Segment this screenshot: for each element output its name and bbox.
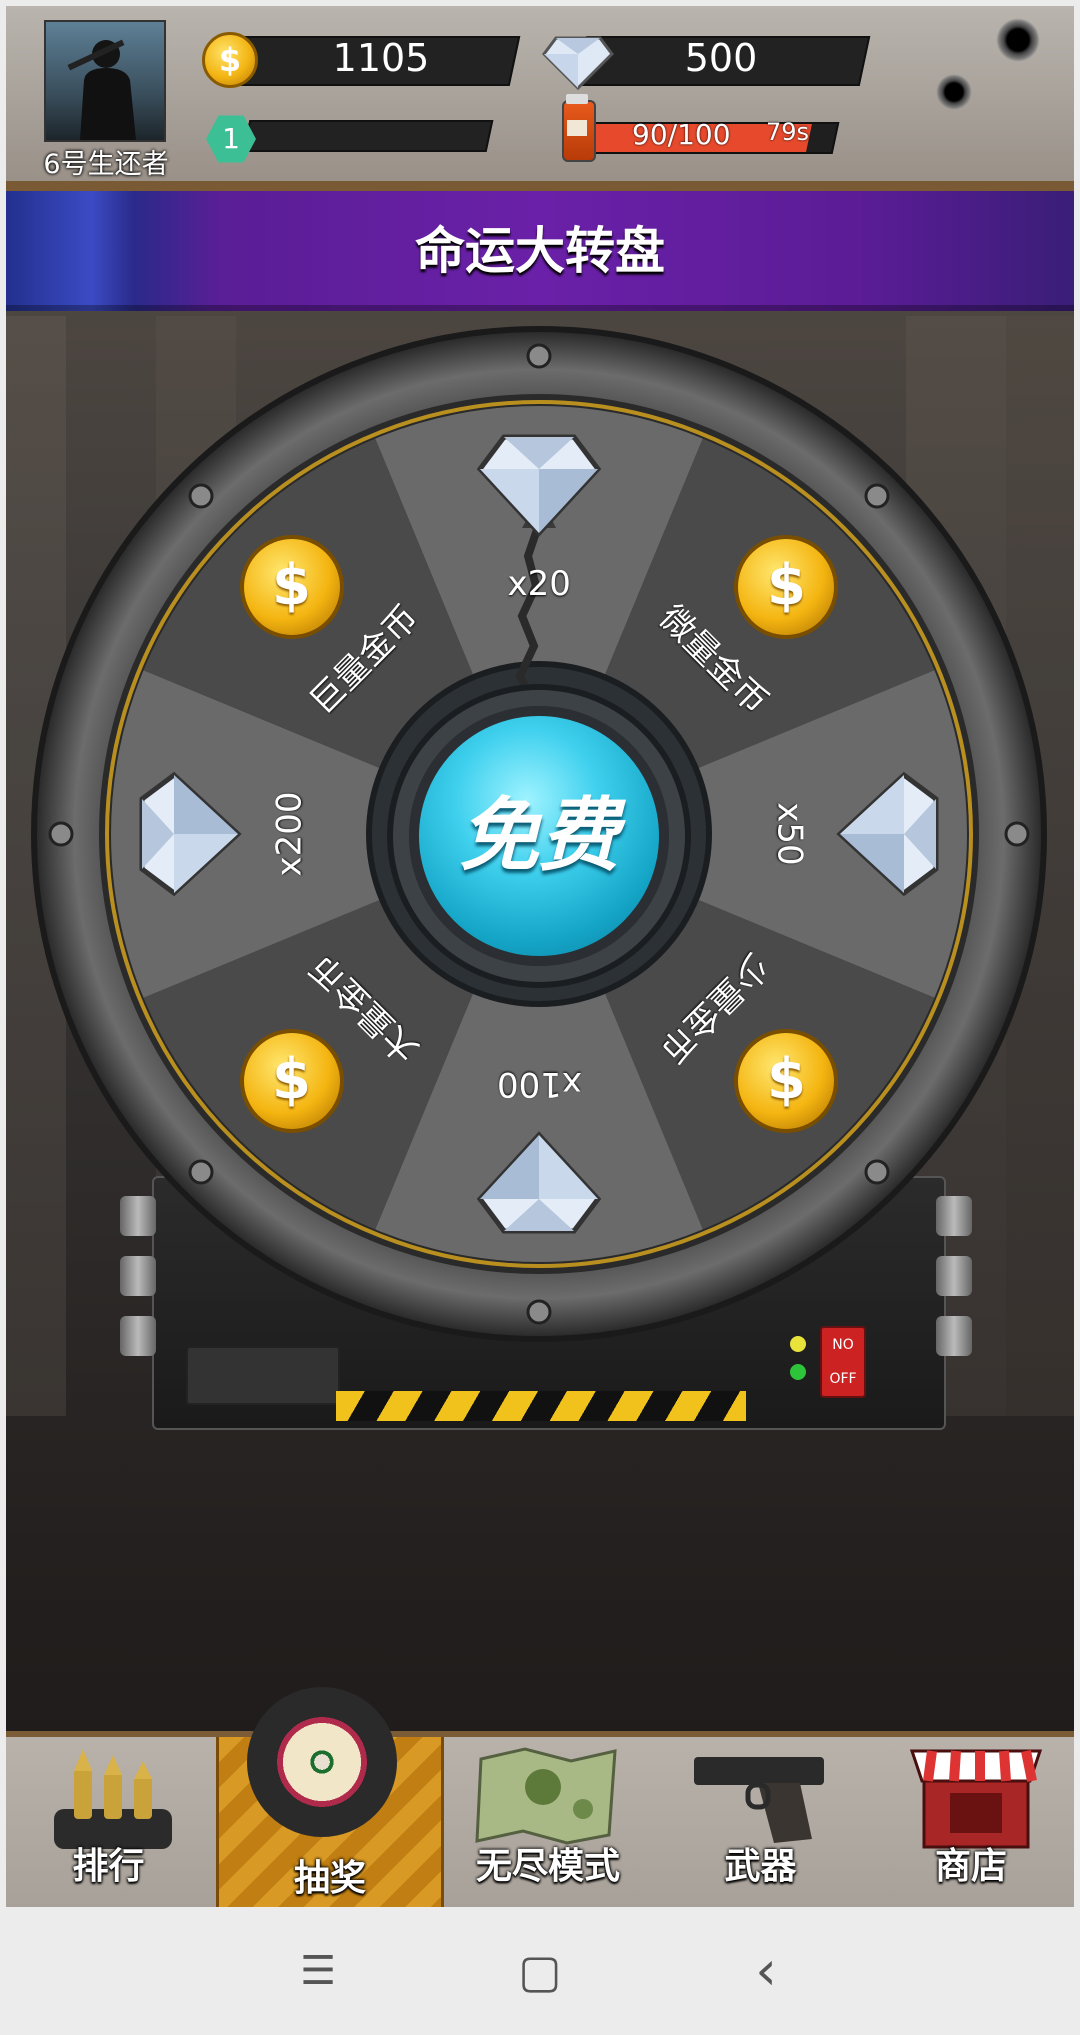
rim-bolt-icon bbox=[1004, 821, 1030, 847]
diamond-icon bbox=[476, 434, 602, 537]
back-icon[interactable]: ‹ bbox=[736, 1944, 796, 1998]
player-avatar[interactable] bbox=[44, 20, 166, 142]
nav-tab-shop[interactable]: 商店 bbox=[868, 1737, 1074, 1907]
coin-count: 1105 bbox=[332, 36, 430, 80]
nav-label-shop: 商店 bbox=[934, 1846, 1007, 1887]
energy-value: 90/100 bbox=[632, 118, 731, 151]
free-spin-label: 免费 bbox=[459, 789, 619, 882]
rim-bolt-icon bbox=[864, 483, 890, 509]
diamond-count: 500 bbox=[684, 36, 758, 80]
nav-label-weapons: 武器 bbox=[724, 1846, 797, 1887]
player-name: 6号生还者 bbox=[43, 149, 169, 180]
rim-bolt-icon bbox=[864, 1159, 890, 1185]
wheel-segment-label: x20 bbox=[507, 564, 571, 604]
coin-icon: $ bbox=[239, 1029, 344, 1134]
energy-timer: 79s bbox=[766, 118, 810, 146]
bullet-hole-icon bbox=[936, 74, 972, 110]
home-icon[interactable]: ▢ bbox=[510, 1948, 570, 1994]
nav-tab-ranking[interactable]: 排行 bbox=[6, 1737, 211, 1907]
nav-tab-weapons[interactable]: 武器 bbox=[658, 1737, 863, 1907]
wheel-segment-label: x200 bbox=[269, 791, 310, 877]
rim-bolt-icon bbox=[526, 343, 552, 369]
nav-label-ranking: 排行 bbox=[72, 1846, 145, 1887]
rim-bolt-icon bbox=[526, 1299, 552, 1325]
diamond-icon bbox=[139, 771, 242, 897]
rim-bolt-icon bbox=[48, 821, 74, 847]
coin-icon: $ bbox=[239, 534, 344, 639]
free-spin-button[interactable]: 免费 bbox=[409, 706, 669, 966]
dartboard-icon bbox=[247, 1687, 397, 1837]
diamond-icon bbox=[836, 771, 939, 897]
survivor-silhouette-icon bbox=[67, 39, 136, 140]
menu-icon[interactable]: ☰ bbox=[288, 1951, 348, 1991]
map-icon bbox=[475, 1747, 617, 1845]
status-bar: 6号生还者 $ 1105 500 1 90/100 79s bbox=[6, 6, 1074, 191]
coin-icon: $ bbox=[734, 534, 839, 639]
page-title: 命运大转盘 bbox=[415, 222, 665, 280]
title-banner: 命运大转盘 bbox=[6, 191, 1074, 311]
nav-tab-lottery[interactable]: 抽奖 bbox=[216, 1687, 444, 1907]
game-screen: 6号生还者 $ 1105 500 1 90/100 79s 命运大转盘 NO O… bbox=[6, 6, 1074, 1907]
nav-label-endless-mode: 无尽模式 bbox=[475, 1846, 620, 1887]
diamond-icon bbox=[542, 36, 614, 90]
diamond-icon bbox=[476, 1131, 602, 1234]
rim-bolt-icon bbox=[188, 1159, 214, 1185]
energy-bottle-icon bbox=[562, 94, 596, 162]
system-navigation-bar: ☰ ▢ ‹ bbox=[0, 1907, 1080, 2035]
xp-bar bbox=[242, 120, 494, 152]
coin-icon: $ bbox=[202, 32, 258, 88]
wheel-segment-label: x50 bbox=[769, 802, 810, 866]
nav-tab-endless-mode[interactable]: 无尽模式 bbox=[443, 1737, 653, 1907]
rim-bolt-icon bbox=[188, 483, 214, 509]
bullet-hole-icon bbox=[996, 18, 1040, 62]
pistol-icon bbox=[694, 1757, 824, 1843]
shop-icon bbox=[909, 1749, 1043, 1849]
nav-label-lottery: 抽奖 bbox=[293, 1858, 366, 1899]
bottom-nav: 排行 抽奖 无尽模式 武器 商店 bbox=[6, 1687, 1074, 1907]
wheel-segment-label: x100 bbox=[496, 1064, 582, 1104]
fortune-wheel-machine: NO OFF x20 $ 微量金币 x50 $ 少量金币 x100 $ 大量金币 x200 $ 巨量金… bbox=[6, 306, 1074, 1430]
